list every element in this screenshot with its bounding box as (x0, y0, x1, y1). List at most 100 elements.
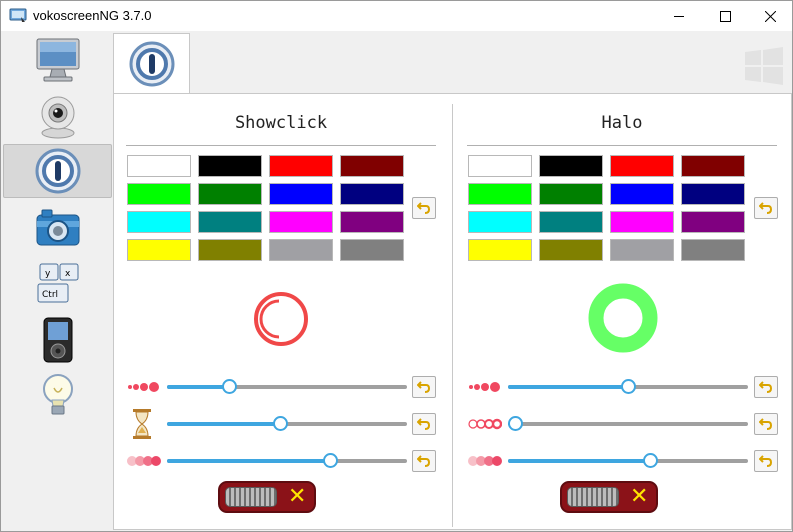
sidebar-item-camera[interactable] (3, 89, 112, 143)
sidebar-item-log[interactable] (3, 369, 112, 423)
undo-icon (417, 455, 431, 467)
svg-text:y: y (45, 269, 51, 279)
close-icon (764, 10, 776, 22)
slider-reset-button[interactable] (754, 413, 778, 435)
undo-icon (759, 202, 773, 214)
halo-toggle[interactable]: ✕ (560, 481, 658, 513)
color-swatch[interactable] (681, 155, 745, 177)
halo-title: Halo (601, 113, 643, 133)
color-swatch[interactable] (468, 211, 532, 233)
windows-logo-icon (745, 47, 783, 85)
slider[interactable] (508, 379, 748, 395)
size-dots-icon (127, 380, 161, 394)
color-swatch[interactable] (539, 239, 603, 261)
slider-thumb[interactable] (222, 379, 237, 394)
slider[interactable] (167, 453, 407, 469)
color-swatch[interactable] (681, 211, 745, 233)
slider-fill (167, 385, 229, 389)
slider-thumb[interactable] (508, 416, 523, 431)
maximize-icon (719, 10, 731, 22)
monitor-icon (36, 38, 79, 82)
color-swatch[interactable] (127, 211, 191, 233)
showclick-color-reset-button[interactable] (412, 197, 436, 219)
color-swatch[interactable] (127, 183, 191, 205)
slider-thumb[interactable] (621, 379, 636, 394)
color-swatch[interactable] (340, 155, 404, 177)
color-swatch[interactable] (681, 183, 745, 205)
color-swatch[interactable] (468, 239, 532, 261)
sidebar-item-showclick[interactable] (3, 144, 112, 198)
slider-reset-button[interactable] (412, 413, 436, 435)
showclick-separator (126, 145, 436, 146)
window-title: vokoscreenNG 3.7.0 (33, 8, 152, 23)
slider-fill (508, 385, 628, 389)
color-swatch[interactable] (127, 155, 191, 177)
color-swatch[interactable] (198, 183, 262, 205)
media-player-icon (43, 317, 72, 363)
slider-thumb[interactable] (273, 416, 288, 431)
slider-reset-button[interactable] (412, 450, 436, 472)
color-swatch[interactable] (610, 239, 674, 261)
sidebar-item-player[interactable] (3, 313, 112, 367)
color-swatch[interactable] (468, 183, 532, 205)
color-swatch[interactable] (198, 211, 262, 233)
slider[interactable] (167, 379, 407, 395)
undo-icon (417, 381, 431, 393)
color-swatch[interactable] (539, 211, 603, 233)
color-swatch[interactable] (468, 155, 532, 177)
halo-color-reset-button[interactable] (754, 197, 778, 219)
sidebar-item-snapshot[interactable] (3, 201, 112, 255)
slider[interactable] (167, 416, 407, 432)
slider-reset-button[interactable] (754, 376, 778, 398)
slider-reset-button[interactable] (412, 376, 436, 398)
undo-icon (759, 418, 773, 430)
toggle-off-icon: ✕ (630, 484, 649, 509)
color-swatch[interactable] (269, 155, 333, 177)
slider-reset-button[interactable] (754, 450, 778, 472)
color-swatch[interactable] (198, 239, 262, 261)
color-swatch[interactable] (539, 155, 603, 177)
undo-icon (759, 455, 773, 467)
hollow-dots-icon (468, 417, 503, 431)
showclick-toggle[interactable]: ✕ (218, 481, 316, 513)
color-swatch[interactable] (198, 155, 262, 177)
maximize-button[interactable] (702, 1, 748, 31)
slider-thumb[interactable] (323, 453, 338, 468)
lightbulb-icon (42, 374, 73, 415)
undo-icon (759, 381, 773, 393)
showclick-icon (35, 148, 80, 194)
keyboard-icon: y x Ctrl (37, 263, 78, 303)
halo-preview (588, 283, 658, 353)
color-swatch[interactable] (681, 239, 745, 261)
toggle-knob (567, 487, 619, 507)
slider[interactable] (508, 453, 748, 469)
size-dots-icon (468, 380, 502, 394)
color-swatch[interactable] (610, 155, 674, 177)
slider[interactable] (508, 416, 748, 432)
color-swatch[interactable] (340, 239, 404, 261)
color-swatch[interactable] (269, 183, 333, 205)
showclick-preview (254, 292, 308, 346)
color-swatch[interactable] (127, 239, 191, 261)
app-icon (9, 8, 27, 22)
color-swatch[interactable] (269, 239, 333, 261)
sidebar-item-screencast[interactable] (3, 33, 112, 87)
toggle-off-icon: ✕ (288, 484, 307, 509)
minimize-icon (673, 15, 684, 17)
color-swatch[interactable] (610, 183, 674, 205)
slider-track (508, 422, 748, 426)
slider-fill (167, 459, 330, 463)
slider-thumb[interactable] (643, 453, 658, 468)
minimize-button[interactable] (656, 1, 702, 31)
sidebar-item-hotkeys[interactable]: y x Ctrl (3, 257, 112, 311)
color-swatch[interactable] (340, 183, 404, 205)
color-swatch[interactable] (539, 183, 603, 205)
color-swatch[interactable] (610, 211, 674, 233)
close-button[interactable] (747, 1, 792, 31)
hourglass-icon (131, 408, 165, 440)
showclick-icon (129, 41, 174, 87)
color-swatch[interactable] (269, 211, 333, 233)
color-swatch[interactable] (340, 211, 404, 233)
svg-text:x: x (65, 269, 71, 279)
tab-showclick[interactable] (113, 33, 190, 94)
